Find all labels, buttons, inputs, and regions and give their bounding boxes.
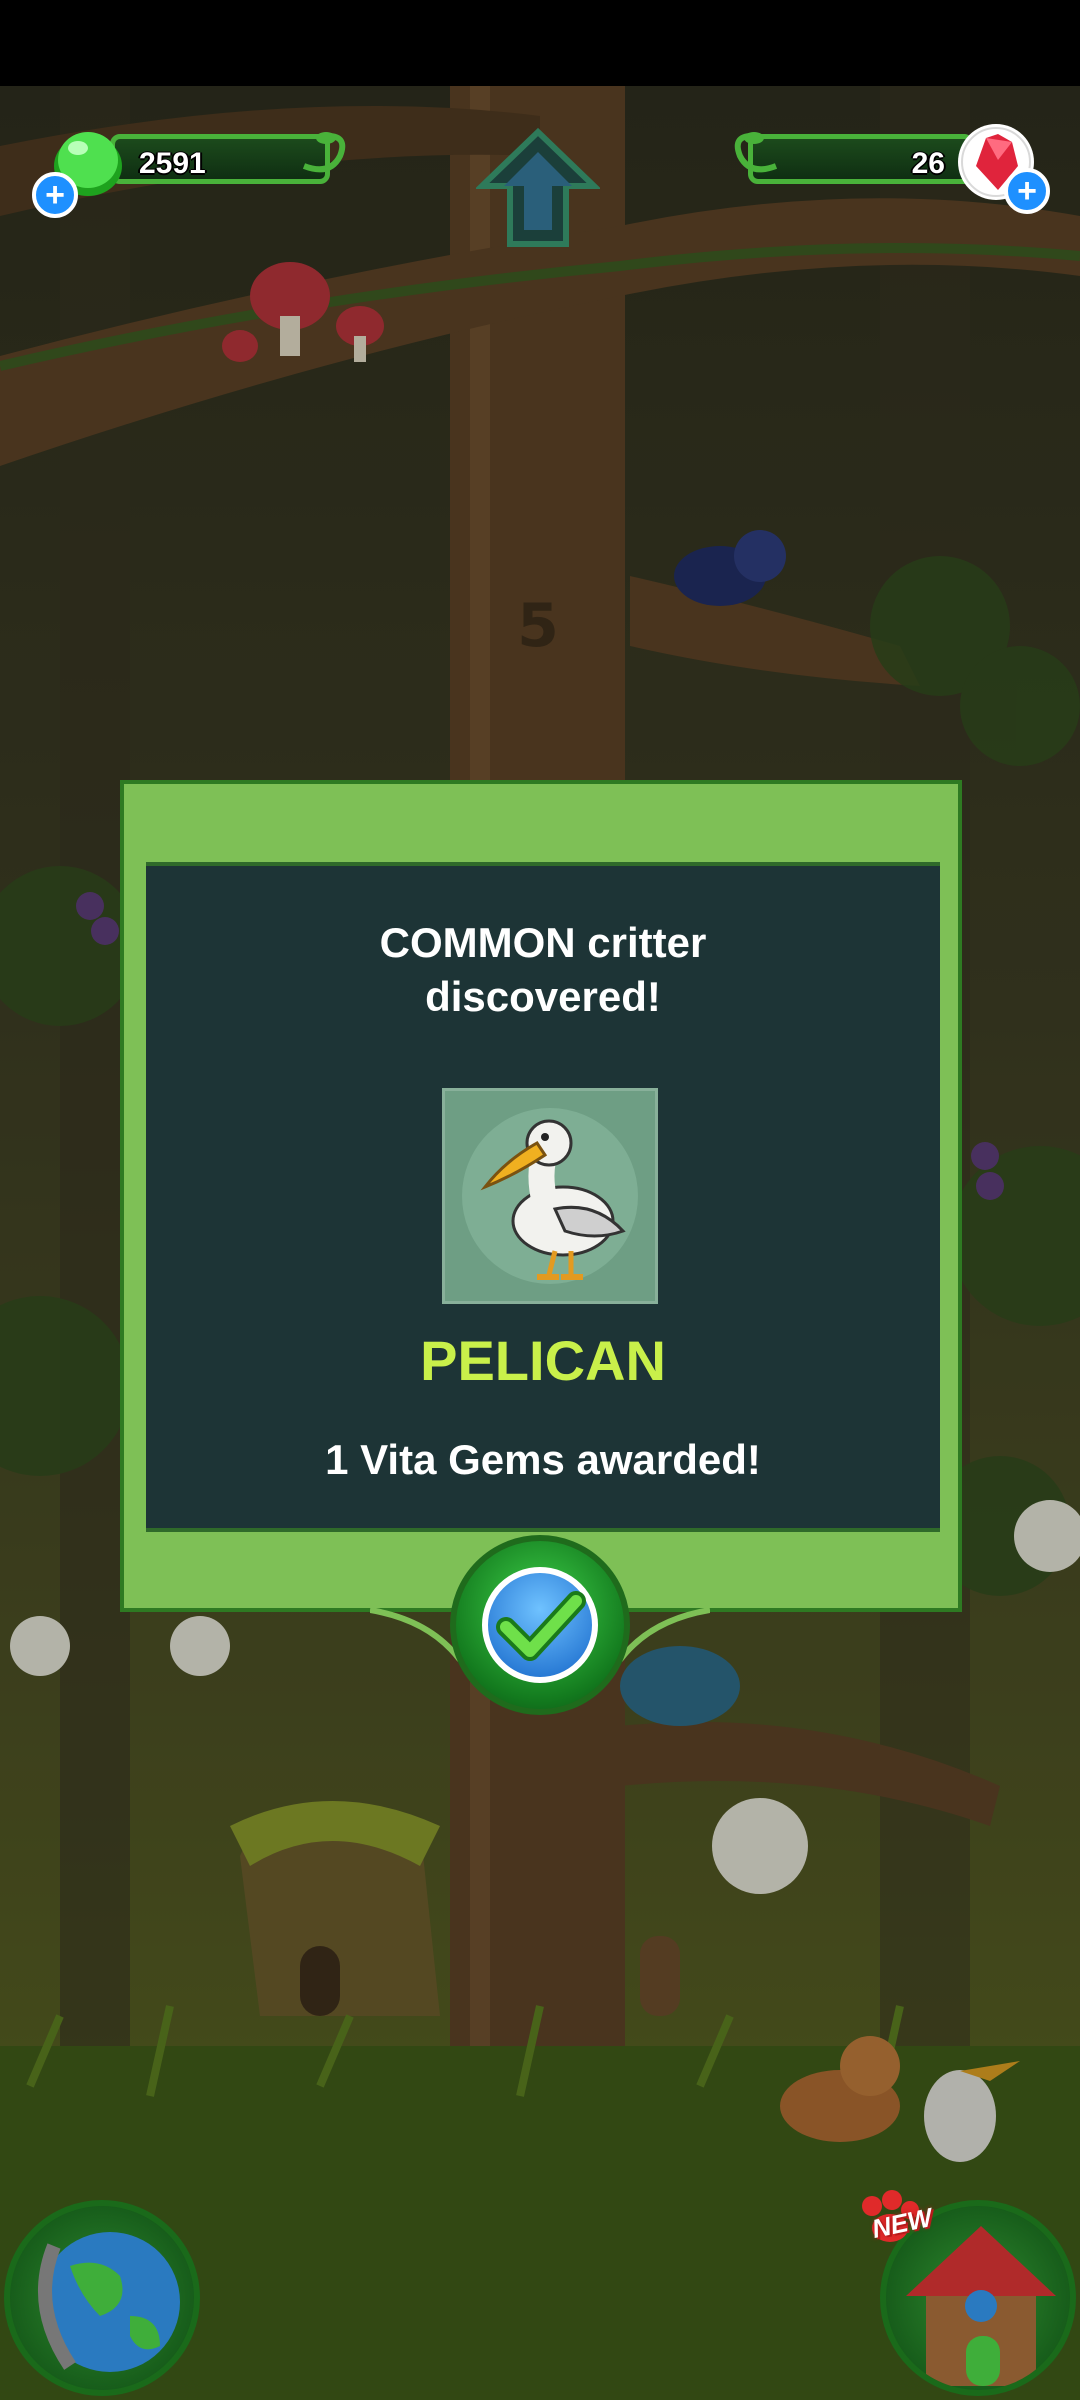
checkmark-icon xyxy=(496,1591,586,1661)
dialog-title-line2: discovered! xyxy=(425,973,661,1020)
add-vita-gel-button[interactable]: + xyxy=(32,172,78,218)
award-text: 1 Vita Gems awarded! xyxy=(325,1436,761,1483)
world-map-button[interactable] xyxy=(4,2200,200,2396)
plus-icon: + xyxy=(1017,172,1037,210)
vita-gem-counter: 26 xyxy=(748,134,974,184)
critter-discovered-dialog: COMMON critter discovered! PELICAN 1 Vit… xyxy=(120,780,962,1612)
vita-gem-count: 26 xyxy=(911,147,945,180)
confirm-button[interactable] xyxy=(450,1535,630,1715)
vine-ornament-icon xyxy=(302,132,346,173)
dialog-content: COMMON critter discovered! PELICAN 1 Vit… xyxy=(146,862,940,1532)
dialog-title: COMMON critter discovered! xyxy=(146,916,940,1024)
globe-icon xyxy=(38,2232,180,2372)
status-bar xyxy=(0,0,1080,86)
dialog-title-line1: COMMON critter xyxy=(379,919,707,966)
home-arrow-icon[interactable] xyxy=(476,126,600,252)
add-vita-gem-button[interactable]: + xyxy=(1004,168,1050,214)
vita-gel-counter: 2591 xyxy=(110,134,330,184)
critter-name: PELICAN xyxy=(420,1329,666,1392)
confirm-button-face xyxy=(482,1567,598,1683)
plus-icon: + xyxy=(45,176,65,214)
vita-gel-count: 2591 xyxy=(139,147,206,180)
critter-portrait xyxy=(442,1088,658,1304)
vine-ornament-icon xyxy=(734,132,778,173)
pelican-image xyxy=(462,1108,638,1284)
